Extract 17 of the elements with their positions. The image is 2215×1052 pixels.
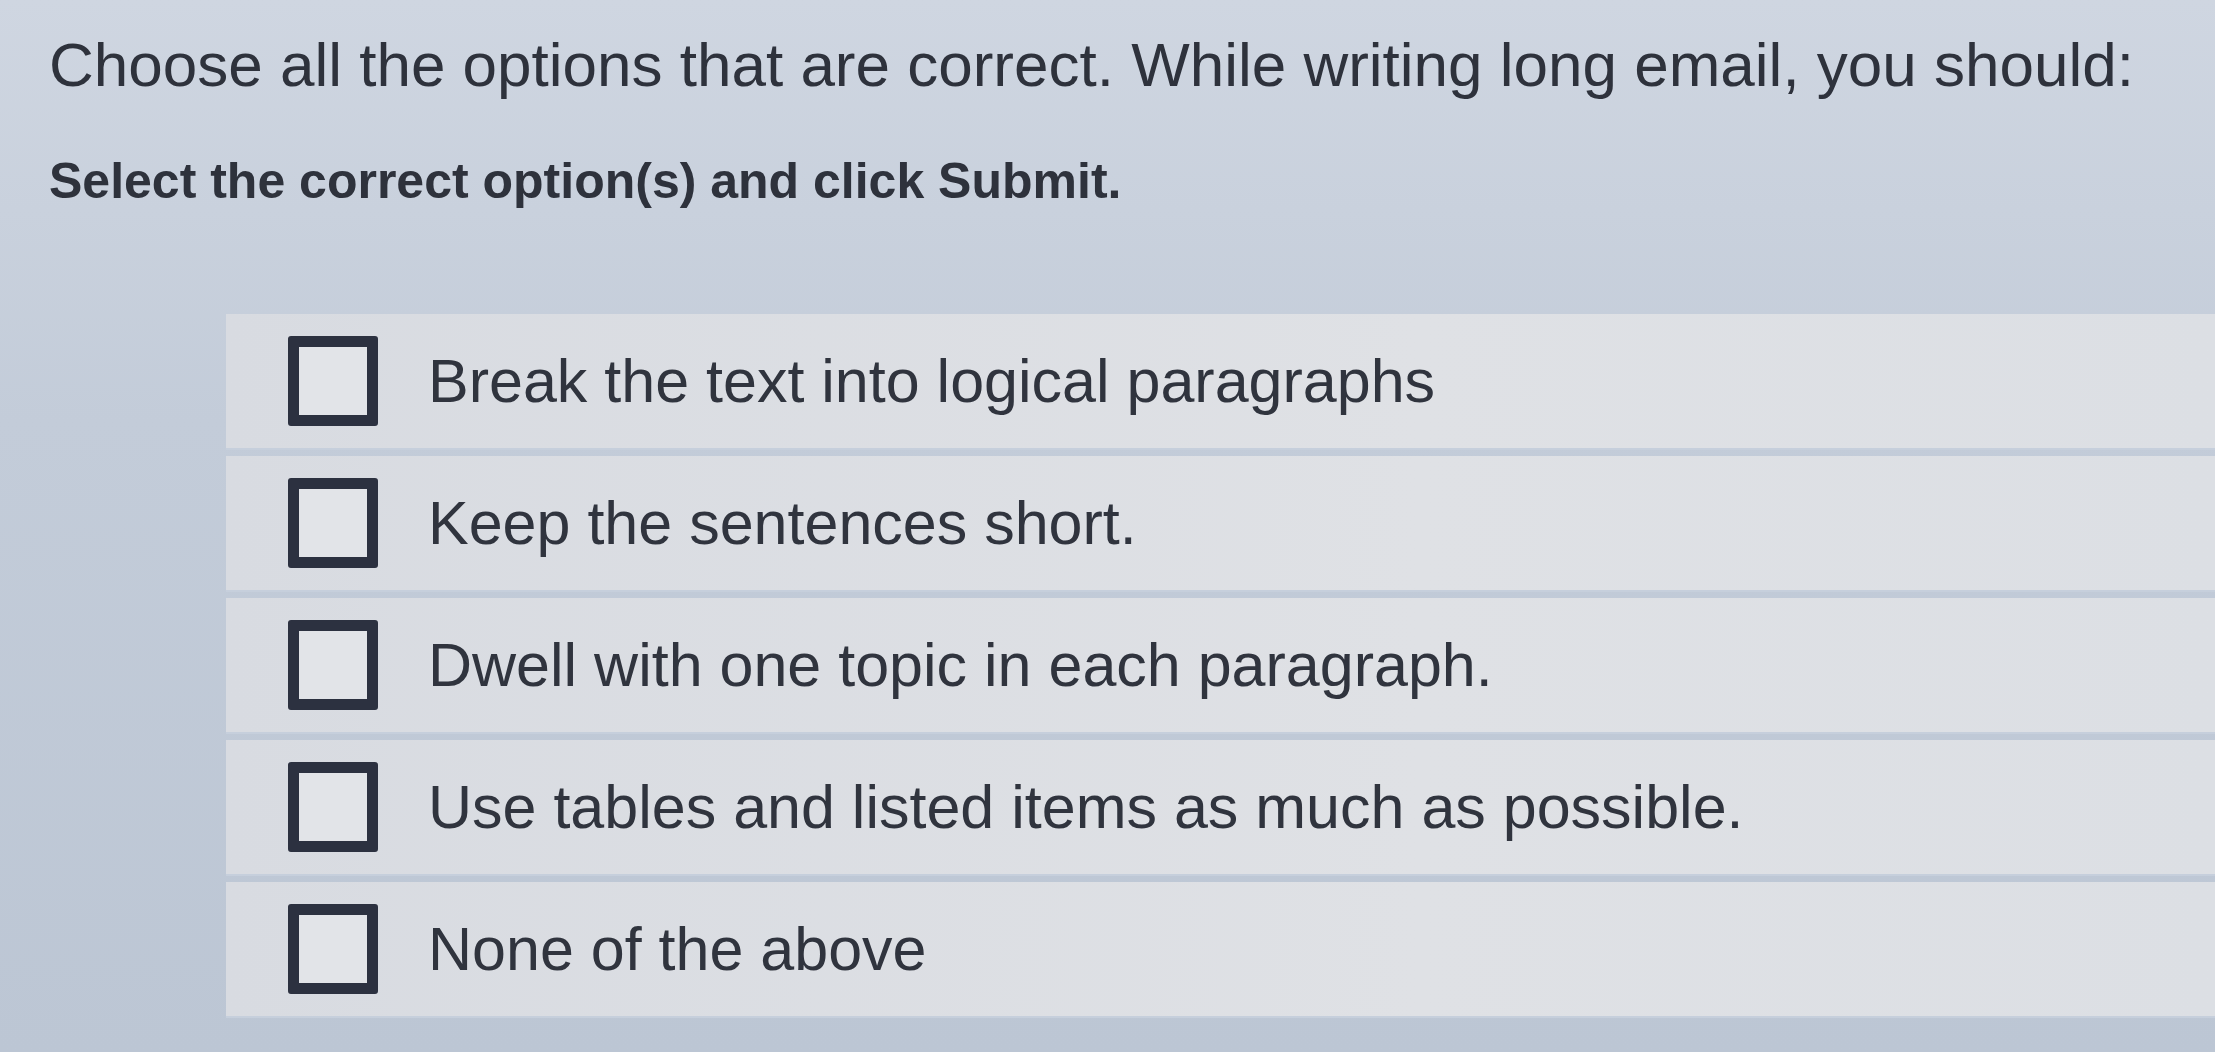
option-row[interactable]: Break the text into logical paragraphs: [226, 314, 2215, 450]
option-label: Dwell with one topic in each paragraph.: [428, 630, 1493, 700]
option-label: Break the text into logical paragraphs: [428, 346, 1436, 416]
option-label: Use tables and listed items as much as possible.: [428, 772, 1744, 842]
checkbox[interactable]: [288, 336, 378, 426]
option-row[interactable]: None of the above: [226, 882, 2215, 1018]
option-row[interactable]: Keep the sentences short.: [226, 456, 2215, 592]
checkbox[interactable]: [288, 762, 378, 852]
option-label: Keep the sentences short.: [428, 488, 1137, 558]
option-label: None of the above: [428, 914, 927, 984]
option-row[interactable]: Dwell with one topic in each paragraph.: [226, 598, 2215, 734]
checkbox[interactable]: [288, 620, 378, 710]
checkbox[interactable]: [288, 478, 378, 568]
checkbox[interactable]: [288, 904, 378, 994]
instruction-text: Select the correct option(s) and click Submit.: [49, 153, 1122, 209]
question-text: Choose all the options that are correct. While writing long email, you should:: [49, 30, 2134, 100]
option-row[interactable]: Use tables and listed items as much as possible.: [226, 740, 2215, 876]
